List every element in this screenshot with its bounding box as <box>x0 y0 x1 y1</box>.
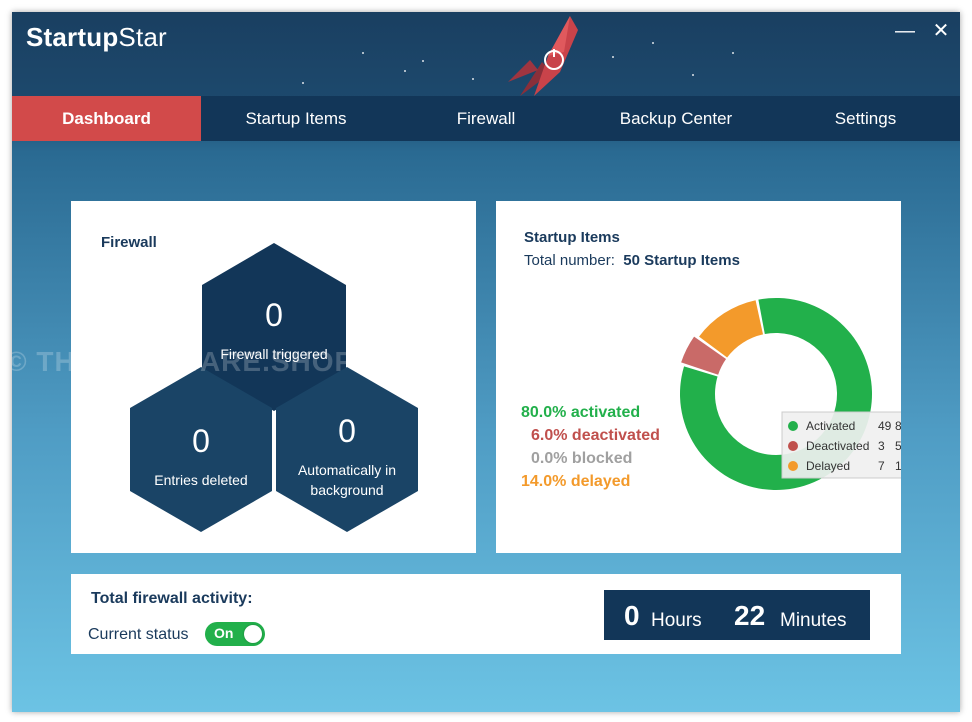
app-window: StartupStar — ✕ Dashboard Startup Items … <box>12 12 960 712</box>
star-decoration <box>404 70 406 72</box>
legend-dot-activated <box>788 421 798 431</box>
minimize-button[interactable]: — <box>890 18 920 44</box>
hours-unit: Hours <box>651 610 702 631</box>
tab-settings[interactable]: Settings <box>771 96 960 141</box>
activity-timer: 0 Hours 22 Minutes <box>604 590 870 640</box>
legend-pct-deactivated: 5.08% <box>895 439 901 453</box>
legend-name-deactivated: Deactivated <box>806 439 869 453</box>
rocket-icon <box>508 16 578 96</box>
minutes-unit: Minutes <box>780 610 847 631</box>
legend-count-activated: 49 <box>878 419 892 433</box>
tab-startup-items[interactable]: Startup Items <box>201 96 391 141</box>
star-decoration <box>422 60 424 62</box>
legend-count-deactivated: 3 <box>878 439 885 453</box>
star-decoration <box>652 42 654 44</box>
startup-donut-chart: Activated 4983.05% Deactivated 3 5.08% Delaye… <box>680 298 901 490</box>
title-bar: StartupStar — ✕ <box>12 12 960 96</box>
firewall-hex-graphic <box>130 243 418 532</box>
minutes-value: 22 <box>734 600 766 631</box>
star-decoration <box>612 56 614 58</box>
activity-title: Total firewall activity: <box>91 590 253 607</box>
legend-pct-delayed: 11.86% <box>895 459 901 473</box>
tab-dashboard[interactable]: Dashboard <box>12 96 201 141</box>
firewall-triggered-label: Firewall triggered <box>220 346 328 362</box>
tab-firewall[interactable]: Firewall <box>391 96 581 141</box>
legend-dot-deactivated <box>788 441 798 451</box>
firewall-card: Firewall 0 Firewall triggered 0 Entries … <box>71 201 476 553</box>
entries-deleted-label: Entries deleted <box>154 472 248 488</box>
legend-pct-activated: 83.05% <box>895 419 901 433</box>
app-logo: StartupStar <box>26 22 167 52</box>
status-toggle[interactable]: On <box>205 622 265 646</box>
tab-backup-center[interactable]: Backup Center <box>581 96 771 141</box>
activity-card: Total firewall activity: Current status … <box>71 574 901 654</box>
entries-deleted-count: 0 <box>192 423 210 459</box>
firewall-triggered-count: 0 <box>265 297 283 333</box>
status-label: Current status <box>88 626 189 643</box>
main-nav: Dashboard Startup Items Firewall Backup … <box>12 96 960 141</box>
toggle-label: On <box>214 625 234 641</box>
star-decoration <box>362 52 364 54</box>
legend-name-activated: Activated <box>806 419 855 433</box>
legend-dot-delayed <box>788 461 798 471</box>
legend-count-delayed: 7 <box>878 459 885 473</box>
star-decoration <box>472 78 474 80</box>
automatic-label: Automatically in background <box>297 462 397 498</box>
automatic-count: 0 <box>338 413 356 449</box>
star-decoration <box>692 74 694 76</box>
toggle-knob <box>244 625 262 643</box>
star-decoration <box>732 52 734 54</box>
hours-value: 0 <box>624 600 640 631</box>
close-button[interactable]: ✕ <box>926 18 956 44</box>
star-decoration <box>302 82 304 84</box>
legend-name-delayed: Delayed <box>806 459 850 473</box>
startup-items-card: Startup Items Total number: 50 Startup I… <box>496 201 901 553</box>
